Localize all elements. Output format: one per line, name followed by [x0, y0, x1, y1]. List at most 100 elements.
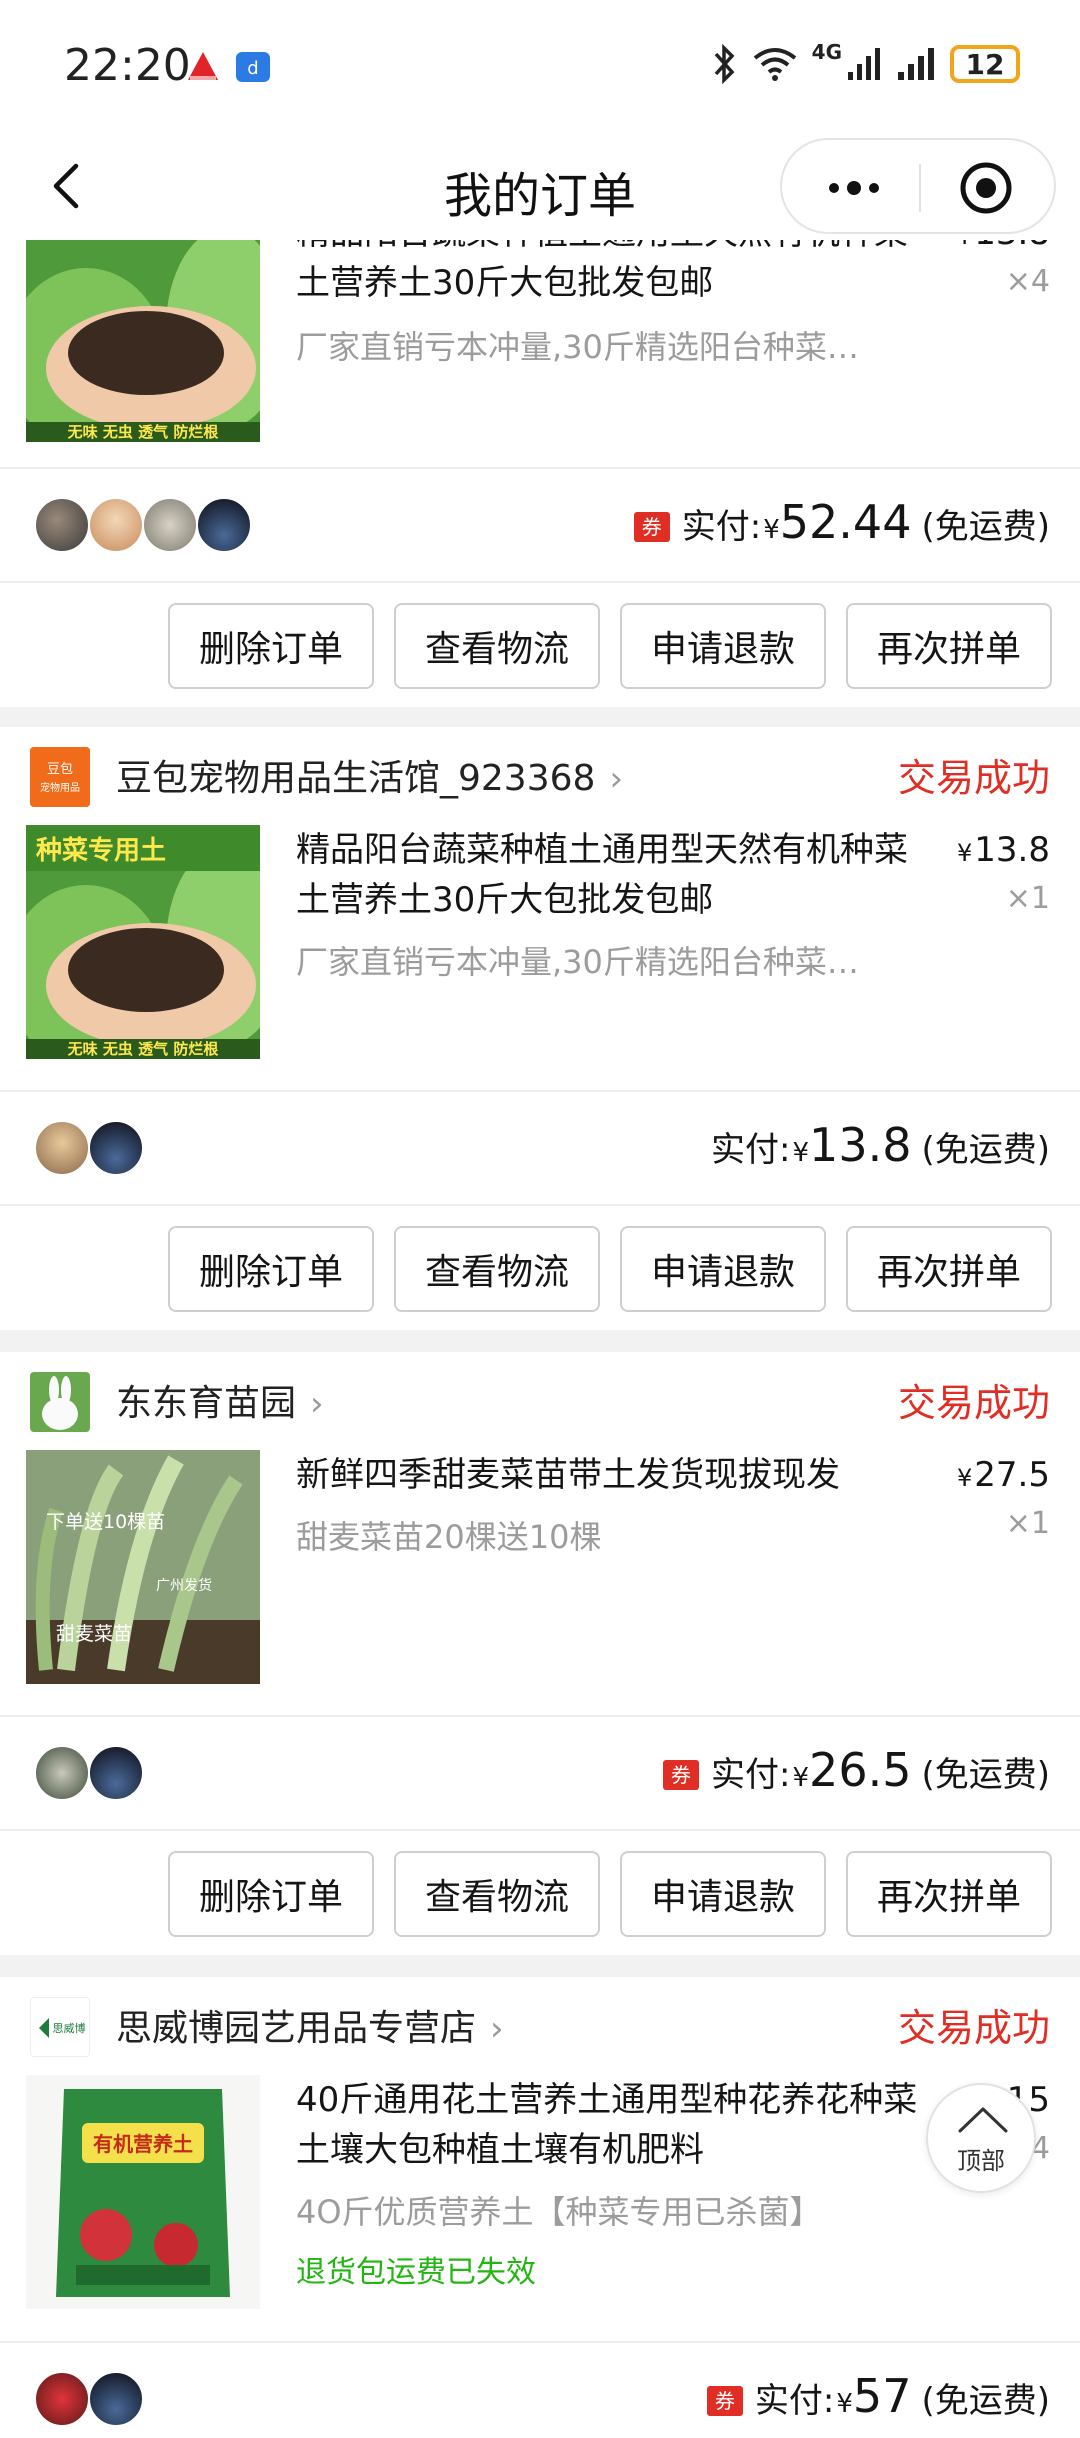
back-to-top-button[interactable]: 顶部	[926, 2083, 1036, 2193]
svg-text:广州发货: 广州发货	[156, 1577, 212, 1594]
avatar	[34, 2371, 90, 2427]
group-avatars	[34, 1120, 144, 1176]
currency-symbol: ¥	[763, 515, 780, 545]
coupon-badge: 券	[633, 512, 670, 542]
action-buttons: 删除订单 查看物流 申请退款 再次拼单	[0, 1831, 1080, 1945]
notification-app-icon	[184, 48, 222, 86]
paid-label: 实付:	[711, 1130, 791, 1170]
product-image[interactable]: 种菜专用土 无味 无虫 透气 防烂根	[26, 825, 260, 1059]
shop-header[interactable]: 豆包 宠物用品 豆包宠物用品生活馆_923368 › 交易成功	[0, 727, 1080, 825]
product-quantity: ×1	[1005, 881, 1050, 916]
avatar	[88, 497, 144, 553]
order-item[interactable]: 种菜专用土 无味 无虫 透气 防烂根 精品阳台蔬菜种植土通用型天然有机种菜土营养…	[0, 825, 1080, 1065]
navigation-bar: 我的订单	[0, 130, 1080, 240]
svg-text:无味 无虫 透气 防烂根: 无味 无虫 透气 防烂根	[67, 423, 219, 441]
action-buttons: 删除订单 查看物流 申请退款 再次拼单	[0, 583, 1080, 697]
request-refund-button[interactable]: 申请退款	[620, 1226, 826, 1312]
svg-text:无味 无虫 透气 防烂根: 无味 无虫 透气 防烂根	[67, 1040, 219, 1058]
target-icon	[960, 162, 1012, 214]
payment-row: 券 实付: ¥ 52.44 (免运费)	[0, 469, 1080, 581]
group-avatars	[34, 2371, 144, 2427]
product-price: ¥27.5	[957, 1455, 1050, 1495]
reorder-button[interactable]: 再次拼单	[846, 603, 1052, 689]
chevron-right-icon: ›	[490, 2009, 504, 2049]
coupon-badge: 券	[663, 1760, 700, 1790]
product-image[interactable]: 无味 无虫 透气 防烂根	[26, 240, 260, 442]
reorder-button[interactable]: 再次拼单	[846, 1851, 1052, 1937]
svg-text:宠物用品: 宠物用品	[40, 781, 80, 794]
payment-summary: 券 实付: ¥ 57 (免运费)	[706, 2369, 1050, 2423]
coupon-badge: 券	[706, 2386, 743, 2416]
product-price: ¥13.8	[957, 240, 1050, 261]
order-item[interactable]: 无味 无虫 透气 防烂根 精品阳台蔬菜种植土通用型天然有机种菜土营养土30斤大包…	[0, 240, 1080, 448]
network-type-label: 4G	[811, 40, 842, 64]
shop-logo: 思威博	[30, 1997, 90, 2057]
bluetooth-icon	[714, 44, 735, 84]
order-status: 交易成功	[897, 756, 1050, 800]
product-title: 新鲜四季甜麦菜苗带土发货现拔现发	[296, 1455, 840, 1495]
shop-name[interactable]: 豆包宠物用品生活馆_923368 ›	[116, 749, 623, 801]
avatar	[34, 1120, 90, 1176]
payment-row: 券 实付: ¥ 57 (免运费)	[0, 2343, 1080, 2438]
product-sku: 甜麦菜苗20棵送10棵	[296, 1518, 602, 1556]
paid-label: 实付:	[754, 2381, 835, 2421]
avatar	[196, 497, 252, 553]
capsule-divider	[919, 164, 921, 212]
view-logistics-button[interactable]: 查看物流	[394, 1226, 600, 1312]
delete-order-button[interactable]: 删除订单	[168, 603, 374, 689]
notification-app-icon: d	[234, 48, 272, 86]
view-logistics-button[interactable]: 查看物流	[394, 1851, 600, 1937]
product-quantity: ×4	[1005, 264, 1050, 299]
payment-row: 券 实付: ¥ 26.5 (免运费)	[0, 1717, 1080, 1829]
avatar	[34, 497, 90, 553]
request-refund-button[interactable]: 申请退款	[620, 603, 826, 689]
order-status: 交易成功	[897, 1381, 1050, 1425]
battery-icon: 12	[950, 45, 1020, 83]
shop-name[interactable]: 思威博园艺用品专营店 ›	[116, 1999, 504, 2051]
order-list[interactable]: 无味 无虫 透气 防烂根 精品阳台蔬菜种植土通用型天然有机种菜土营养土30斤大包…	[0, 240, 1080, 2438]
product-title: 40斤通用花土营养土通用型种花养花种菜土壤大包种植土壤有机肥料	[296, 2080, 918, 2170]
shop-logo	[30, 1372, 90, 1432]
order-item[interactable]: 有机营养土 40斤通用花土营养土通用型种花养花种菜土壤大包种植土壤有机肥料 4O…	[0, 2075, 1080, 2325]
cell-signal-icon	[898, 48, 934, 80]
status-time: 22:20	[64, 40, 191, 91]
action-buttons: 删除订单 查看物流 申请退款 再次拼单	[0, 1206, 1080, 1320]
return-shipping-note: 退货包运费已失效	[296, 2255, 536, 2290]
more-button[interactable]	[814, 166, 894, 210]
payment-summary: 券 实付: ¥ 52.44 (免运费)	[633, 495, 1050, 549]
delete-order-button[interactable]: 删除订单	[168, 1851, 374, 1937]
paid-amount: 52.44	[779, 495, 912, 549]
payment-row: 实付: ¥ 13.8 (免运费)	[0, 1092, 1080, 1204]
currency-symbol: ¥	[792, 1138, 810, 1168]
shop-header[interactable]: 东东育苗园 › 交易成功	[0, 1352, 1080, 1450]
shipping-note: (免运费)	[921, 1755, 1050, 1795]
product-sku: 4O斤优质营养土【种菜专用已杀菌】	[296, 2193, 822, 2231]
miniprogram-capsule	[780, 138, 1056, 234]
status-bar: 22:20 d 4G 12	[0, 0, 1080, 130]
product-image[interactable]: 有机营养土	[26, 2075, 260, 2309]
shop-name[interactable]: 东东育苗园 ›	[116, 1374, 324, 1426]
paid-label: 实付:	[681, 507, 762, 547]
reorder-button[interactable]: 再次拼单	[846, 1226, 1052, 1312]
payment-summary: 实付: ¥ 13.8 (免运费)	[711, 1118, 1050, 1172]
shipping-note: (免运费)	[921, 507, 1050, 547]
order-card: 豆包 宠物用品 豆包宠物用品生活馆_923368 › 交易成功 种菜专用土 无味 无…	[0, 727, 1080, 1330]
chevron-right-icon: ›	[609, 759, 624, 799]
svg-text:甜麦菜苗: 甜麦菜苗	[56, 1623, 132, 1645]
payment-summary: 券 实付: ¥ 26.5 (免运费)	[663, 1743, 1050, 1797]
product-title: 精品阳台蔬菜种植土通用型天然有机种菜土营养土30斤大包批发包邮	[296, 240, 908, 303]
product-image[interactable]: 下单送10棵苗 广州发货 甜麦菜苗	[26, 1450, 260, 1684]
shop-header[interactable]: 思威博 思威博园艺用品专营店 › 交易成功	[0, 1977, 1080, 2075]
paid-label: 实付:	[711, 1755, 791, 1795]
request-refund-button[interactable]: 申请退款	[620, 1851, 826, 1937]
shipping-note: (免运费)	[921, 1130, 1050, 1170]
wifi-icon	[753, 48, 796, 81]
close-miniprogram-button[interactable]	[958, 160, 1014, 216]
shipping-note: (免运费)	[921, 2381, 1050, 2421]
order-item[interactable]: 下单送10棵苗 广州发货 甜麦菜苗 新鲜四季甜麦菜苗带土发货现拔现发 甜麦菜苗2…	[0, 1450, 1080, 1690]
product-sku: 厂家直销亏本冲量,30斤精选阳台种菜…	[296, 328, 859, 366]
delete-order-button[interactable]: 删除订单	[168, 1226, 374, 1312]
view-logistics-button[interactable]: 查看物流	[394, 603, 600, 689]
more-dots-icon	[829, 181, 879, 195]
paid-amount: 26.5	[809, 1743, 912, 1797]
